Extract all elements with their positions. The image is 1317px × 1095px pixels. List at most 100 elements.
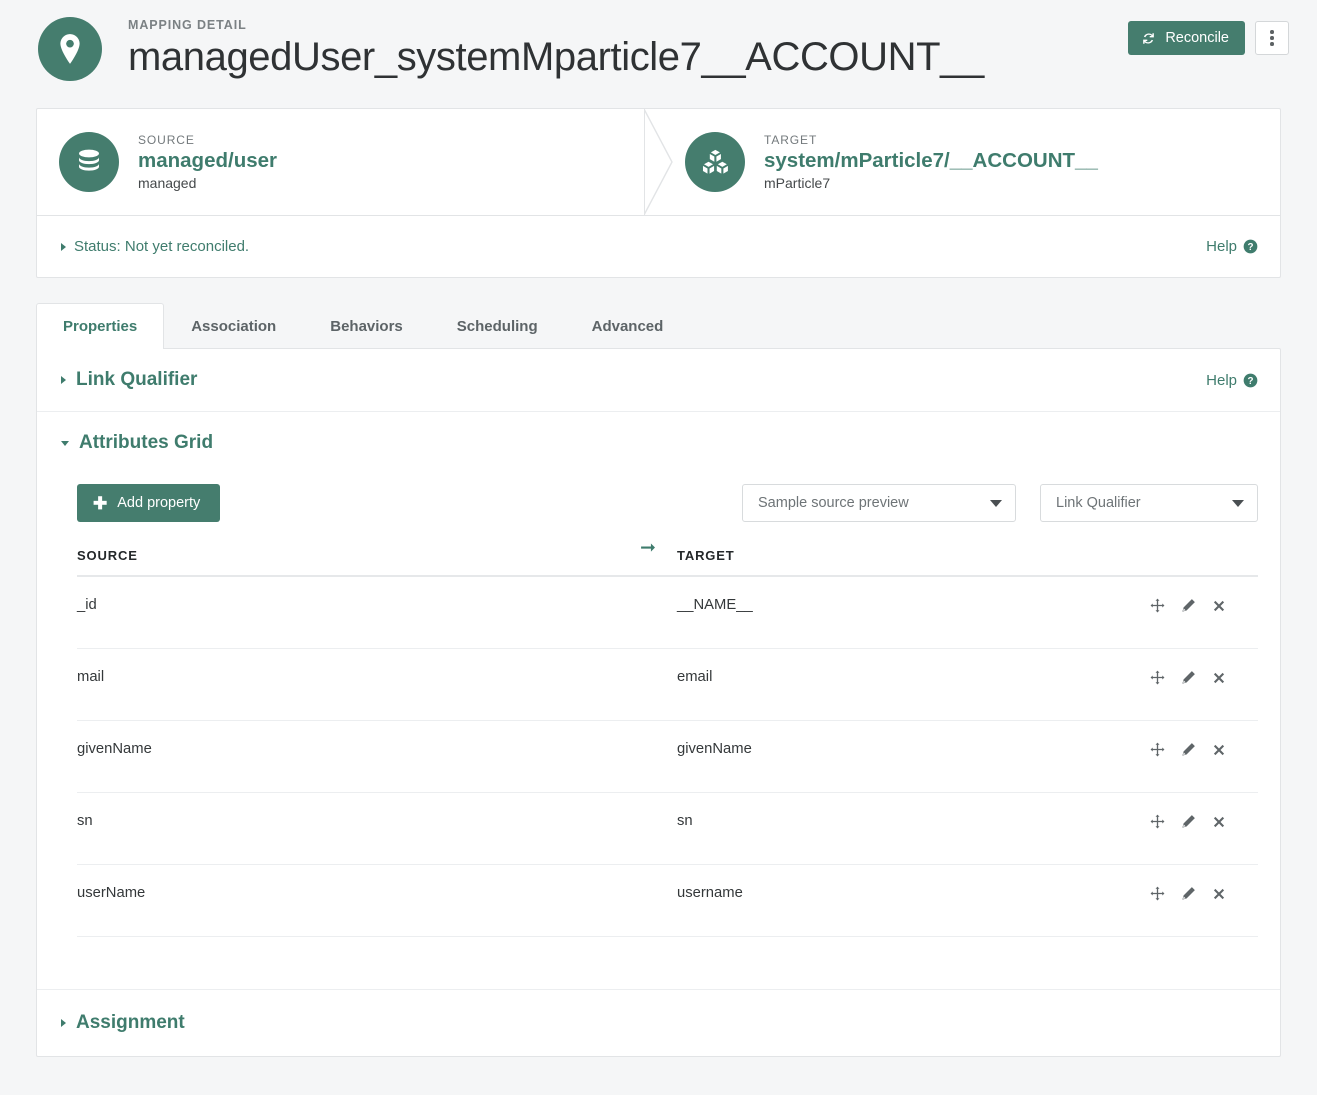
- map-pin-icon: [38, 17, 102, 81]
- link-qualifier-select[interactable]: Link Qualifier: [1040, 484, 1258, 522]
- cell-source: givenName: [77, 741, 152, 757]
- attributes-grid-toolbar: ✚ Add property Sample source preview Lin…: [37, 462, 1280, 522]
- close-x-icon[interactable]: [1212, 815, 1226, 829]
- pencil-icon[interactable]: [1181, 670, 1196, 685]
- target-name: system/mParticle7/__ACCOUNT__: [764, 148, 1098, 172]
- help-label: Help: [1206, 238, 1237, 255]
- reconcile-button-label: Reconcile: [1165, 30, 1229, 46]
- add-property-label: Add property: [117, 495, 201, 511]
- chevron-down-icon: [61, 440, 69, 446]
- more-options-button[interactable]: [1255, 21, 1289, 55]
- tab-properties[interactable]: Properties: [36, 303, 165, 349]
- close-x-icon[interactable]: [1212, 887, 1226, 901]
- help-link-link-qualifier[interactable]: Help ?: [1206, 372, 1258, 389]
- tab-behaviors[interactable]: Behaviors: [303, 303, 430, 349]
- target-label: TARGET: [764, 132, 818, 147]
- mapping-detail-page: MAPPING DETAIL managedUser_systemMpartic…: [0, 0, 1317, 1095]
- source-label: SOURCE: [138, 132, 195, 147]
- link-qualifier-select-value: Link Qualifier: [1056, 495, 1141, 511]
- assignment-toggle[interactable]: Assignment: [61, 1012, 185, 1034]
- grid-selects: Sample source preview Link Qualifier: [742, 484, 1258, 522]
- link-qualifier-title: Link Qualifier: [76, 369, 198, 390]
- help-link-status[interactable]: Help ?: [1206, 238, 1258, 255]
- status-row: Status: Not yet reconciled. Help ?: [37, 215, 1280, 277]
- cell-target: username: [677, 885, 743, 901]
- svg-text:?: ?: [1247, 375, 1253, 386]
- pencil-icon[interactable]: [1181, 814, 1196, 829]
- question-circle-icon: ?: [1243, 373, 1258, 388]
- status-toggle[interactable]: Status: Not yet reconciled.: [61, 238, 249, 255]
- pencil-icon[interactable]: [1181, 598, 1196, 613]
- cubes-icon: [685, 132, 745, 192]
- cell-source: mail: [77, 669, 105, 685]
- table-row: mail email: [77, 649, 1258, 721]
- section-attributes-grid: Attributes Grid: [37, 412, 1280, 462]
- arrow-right-icon: ➞: [640, 537, 656, 558]
- row-actions: [1150, 669, 1258, 685]
- source-name: managed/user: [138, 148, 277, 172]
- row-actions: [1150, 813, 1258, 829]
- plus-icon: ✚: [93, 493, 108, 513]
- page-title: managedUser_systemMparticle7__ACCOUNT__: [128, 35, 984, 79]
- source-pane: SOURCE managed/user managed: [37, 109, 645, 215]
- chevron-down-icon: [1232, 500, 1244, 507]
- link-qualifier-toggle[interactable]: Link Qualifier: [61, 369, 197, 391]
- move-arrows-icon[interactable]: [1150, 886, 1165, 901]
- column-header-target: TARGET: [677, 548, 735, 563]
- source-target-card: SOURCE managed/user managed TARGET syste…: [36, 108, 1281, 557]
- assignment-title: Assignment: [76, 1012, 185, 1033]
- cell-source: userName: [77, 885, 146, 901]
- help-label: Help: [1206, 371, 1237, 389]
- cell-source: _id: [77, 597, 97, 613]
- add-property-button[interactable]: ✚ Add property: [77, 484, 221, 522]
- tab-advanced[interactable]: Advanced: [565, 303, 691, 349]
- close-x-icon[interactable]: [1212, 743, 1226, 757]
- target-connector: mParticle7: [764, 175, 831, 192]
- page-eyebrow: MAPPING DETAIL: [128, 18, 247, 32]
- pencil-icon[interactable]: [1181, 742, 1196, 757]
- cell-target: __NAME__: [677, 597, 753, 613]
- move-arrows-icon[interactable]: [1150, 598, 1165, 613]
- chevron-right-icon: [61, 1019, 66, 1027]
- cell-source: sn: [77, 813, 93, 829]
- sample-source-preview-value: Sample source preview: [758, 495, 909, 511]
- chevron-right-icon: [61, 376, 66, 384]
- move-arrows-icon[interactable]: [1150, 814, 1165, 829]
- header-actions: Reconcile: [1128, 21, 1289, 55]
- attributes-grid-toggle[interactable]: Attributes Grid: [61, 432, 213, 454]
- tab-association[interactable]: Association: [164, 303, 303, 349]
- kebab-menu-icon: [1270, 30, 1274, 46]
- row-actions: [1150, 741, 1258, 757]
- svg-text:?: ?: [1247, 242, 1253, 253]
- source-meta: SOURCE managed/user managed: [138, 133, 277, 192]
- cell-target: givenName: [677, 741, 752, 757]
- cell-target: email: [677, 669, 713, 685]
- table-row: userName username: [77, 865, 1258, 937]
- grid-footer-spacer: [37, 937, 1280, 989]
- row-actions: [1150, 885, 1258, 901]
- page-header: MAPPING DETAIL managedUser_systemMpartic…: [0, 0, 1317, 108]
- table-row: sn sn: [77, 793, 1258, 865]
- properties-panel: Link Qualifier Help ? Attributes Grid ✚ …: [36, 348, 1281, 1057]
- move-arrows-icon[interactable]: [1150, 670, 1165, 685]
- status-label: Status: Not yet reconciled.: [74, 238, 250, 255]
- table-row: givenName givenName: [77, 721, 1258, 793]
- sample-source-preview-select[interactable]: Sample source preview: [742, 484, 1016, 522]
- source-target-row: SOURCE managed/user managed TARGET syste…: [37, 109, 1280, 557]
- chevron-right-icon: [61, 242, 66, 251]
- attributes-table: SOURCE TARGET _id __NAME__mail email givenN…: [77, 548, 1258, 937]
- reconcile-button[interactable]: Reconcile: [1128, 21, 1245, 55]
- column-header-source: SOURCE: [77, 548, 138, 563]
- chevron-down-icon: [990, 500, 1002, 507]
- pencil-icon[interactable]: [1181, 886, 1196, 901]
- question-circle-icon: ?: [1243, 239, 1258, 254]
- database-icon: [59, 132, 119, 192]
- tab-scheduling[interactable]: Scheduling: [430, 303, 565, 349]
- tab-list: Properties Association Behaviors Schedul…: [36, 302, 1281, 349]
- table-row: _id __NAME__: [77, 577, 1258, 649]
- close-x-icon[interactable]: [1212, 599, 1226, 613]
- move-arrows-icon[interactable]: [1150, 742, 1165, 757]
- close-x-icon[interactable]: [1212, 671, 1226, 685]
- table-header-row: SOURCE TARGET: [77, 548, 1258, 577]
- tabs-container: Properties Association Behaviors Schedul…: [36, 302, 1281, 349]
